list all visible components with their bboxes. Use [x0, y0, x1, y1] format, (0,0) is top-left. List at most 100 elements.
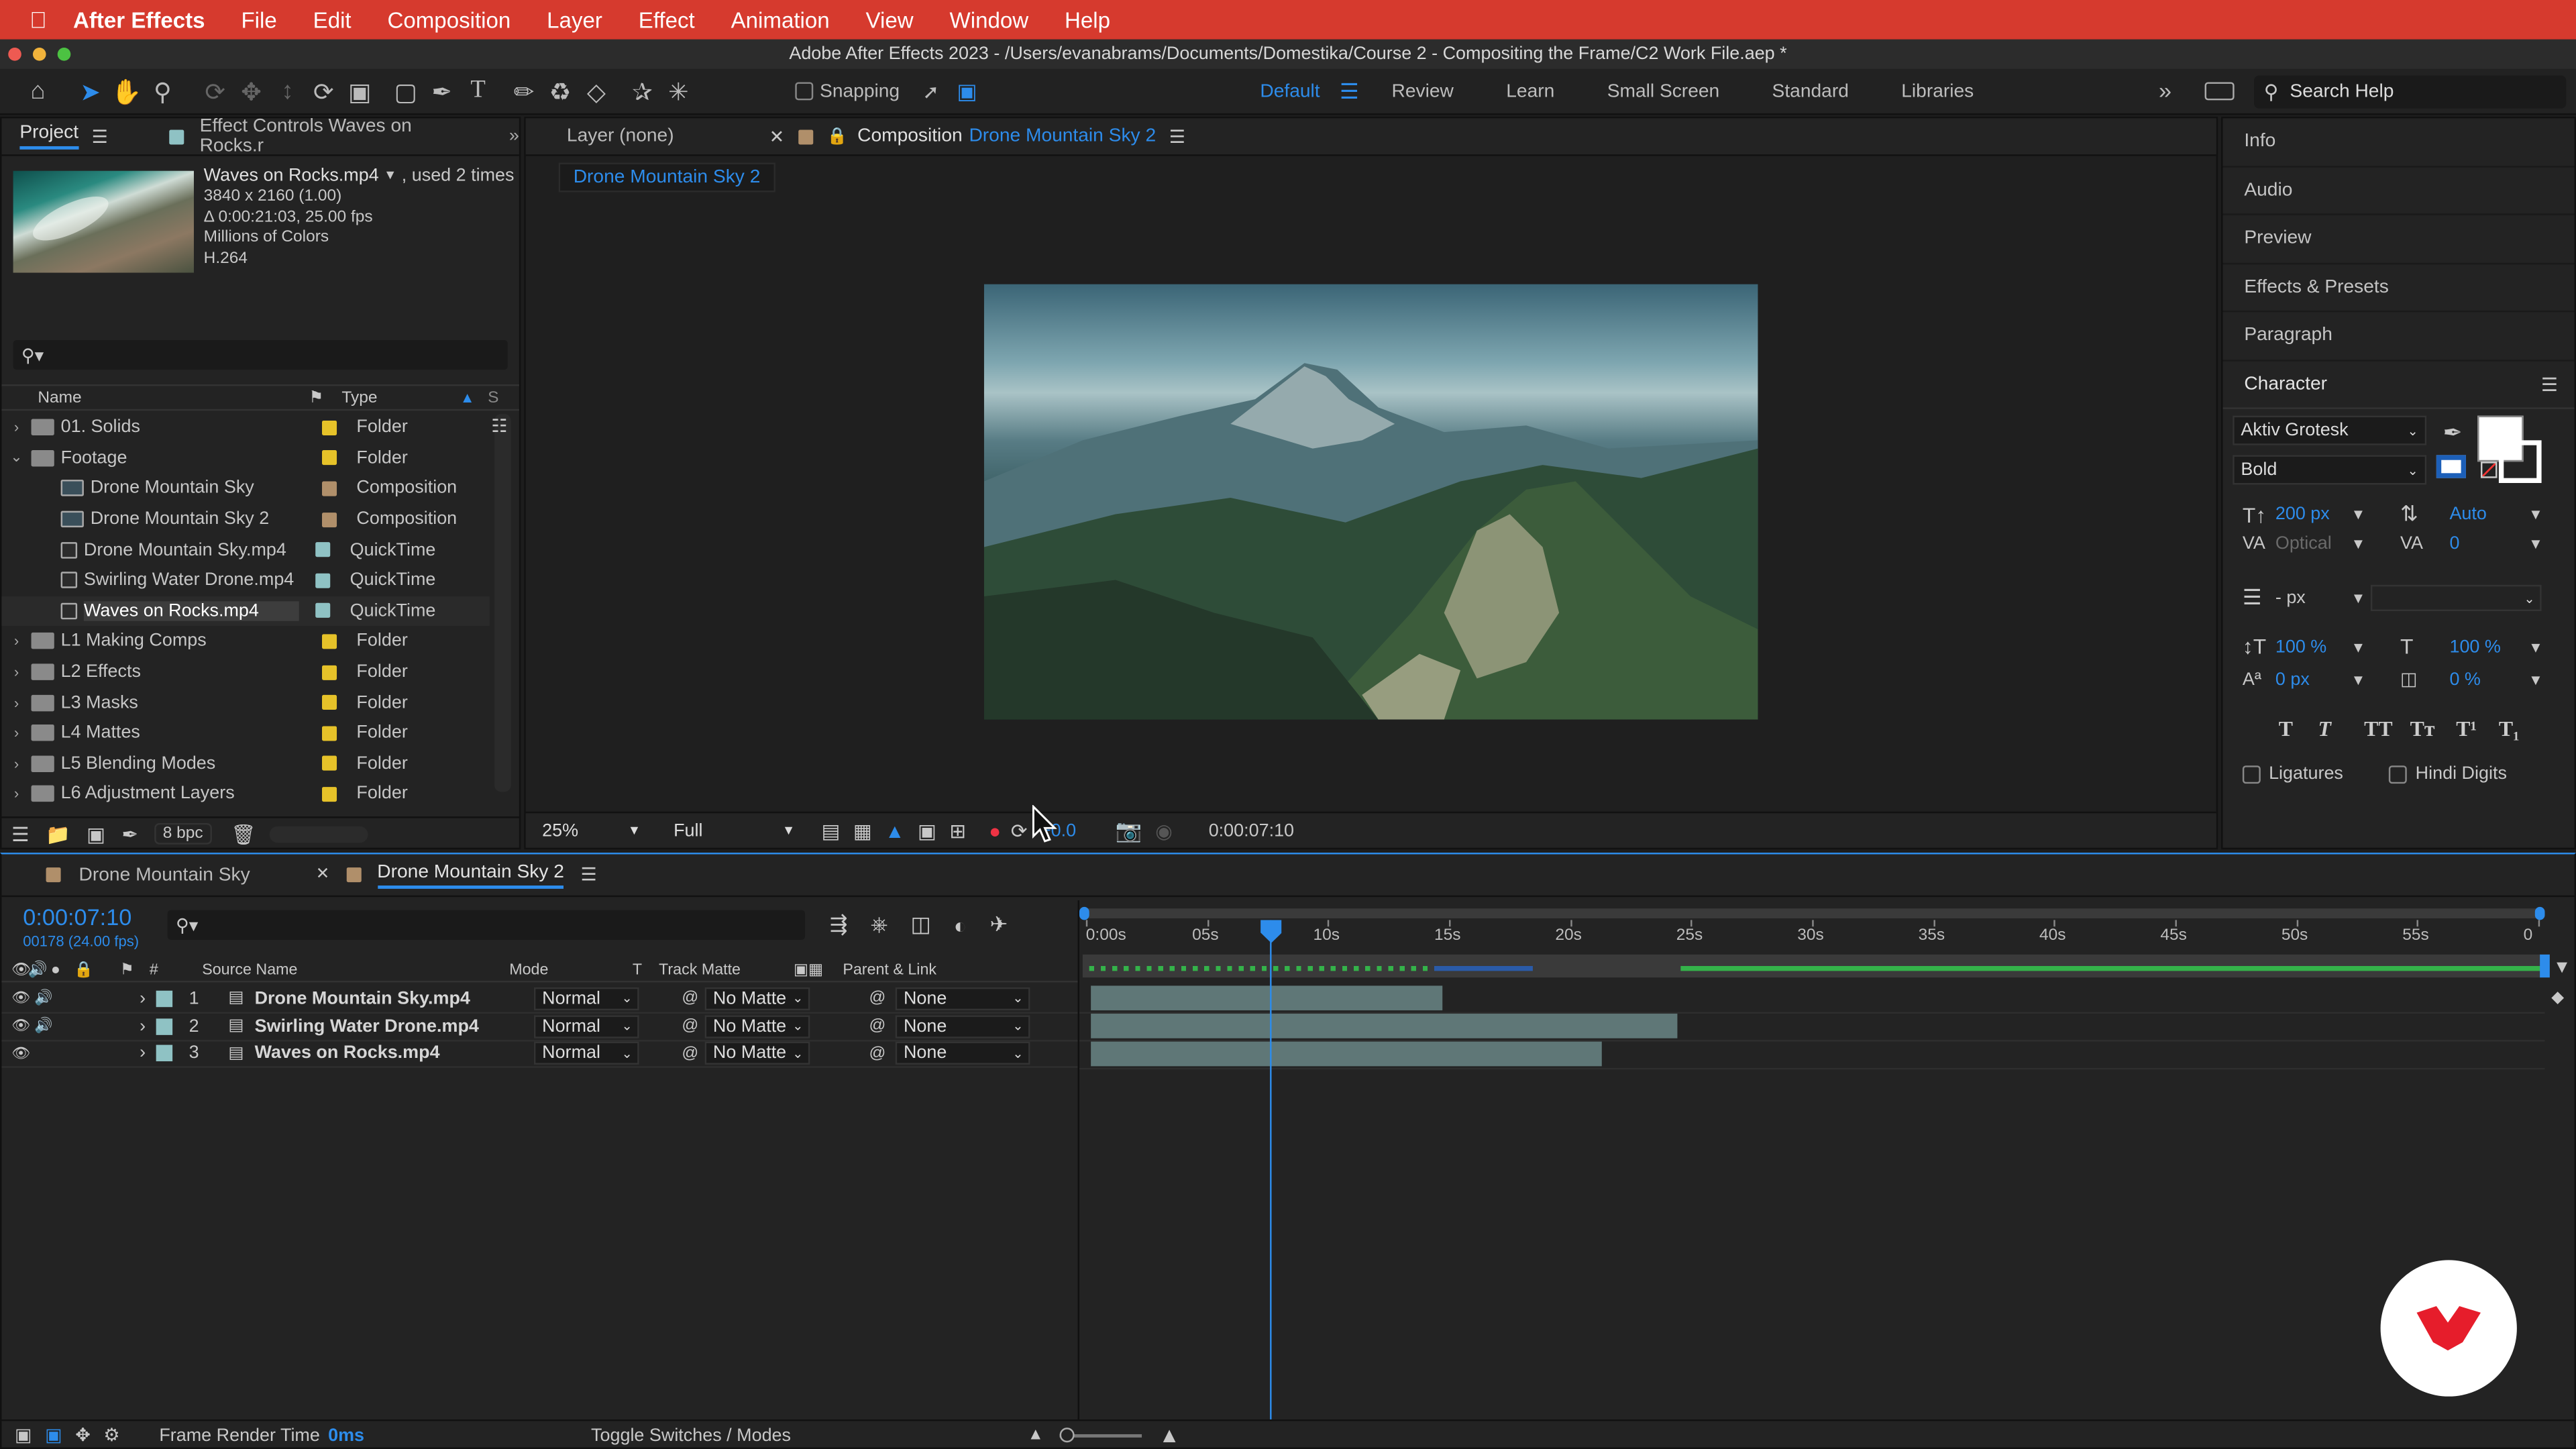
rectangle-tool-icon[interactable]: ▢: [388, 76, 424, 106]
workspace-small-screen[interactable]: Small Screen: [1607, 82, 1719, 101]
timeline-menu-icon[interactable]: ☰: [580, 864, 596, 885]
graph-editor-icon[interactable]: ✈: [989, 912, 1008, 938]
puppet-pin-icon[interactable]: ✳: [660, 76, 696, 106]
layer-row[interactable]: 👁 › 3 ▤ Waves on Rocks.mp4 Normal ⌄ @ No Matte ⌄ @…: [1, 1041, 1078, 1069]
menu-window[interactable]: Window: [950, 7, 1029, 32]
overflow-chevron-icon[interactable]: »: [2159, 77, 2171, 103]
info-panel-header[interactable]: Info: [2222, 118, 2575, 167]
video-visibility-icon[interactable]: 👁: [11, 989, 34, 1008]
new-comp-icon[interactable]: ▣: [87, 822, 105, 845]
reset-exposure-icon[interactable]: ⟳: [1011, 819, 1028, 842]
parent-dropdown[interactable]: None ⌄: [895, 987, 1030, 1010]
toggle-switches-modes[interactable]: Toggle Switches / Modes: [591, 1426, 791, 1445]
flowchart-icon[interactable]: ☷: [491, 416, 507, 437]
clone-stamp-icon[interactable]: ♻: [542, 76, 578, 106]
grid-guides-icon[interactable]: ⊞: [949, 819, 966, 842]
menu-composition[interactable]: Composition: [388, 7, 511, 32]
chevron-down-icon[interactable]: ▼: [2351, 671, 2400, 687]
work-area-bar[interactable]: [1082, 908, 2545, 918]
dolly-tool-icon[interactable]: ↕: [270, 77, 306, 105]
anchor-tool-icon[interactable]: ▣: [341, 76, 378, 106]
type-tool-icon[interactable]: T: [460, 77, 496, 105]
composition-frame[interactable]: [983, 284, 1758, 720]
chevron-icon[interactable]: ›: [1, 633, 31, 649]
stroke-color-swatch[interactable]: [2498, 440, 2542, 484]
menu-file[interactable]: File: [241, 7, 276, 32]
panel-chevron-icon[interactable]: »: [509, 127, 519, 146]
parent-pickwhip-icon[interactable]: @: [869, 1045, 896, 1063]
layer-name[interactable]: Swirling Water Drone.mp4: [255, 1016, 534, 1036]
effects-presets-panel-header[interactable]: Effects & Presets: [2222, 264, 2575, 313]
home-icon[interactable]: ⌂: [19, 77, 56, 105]
project-item[interactable]: › L6 Adjustment Layers Folder: [1, 779, 489, 810]
layer-label-swatch[interactable]: [156, 1018, 173, 1035]
render-time-icon[interactable]: ⚙: [103, 1424, 119, 1446]
column-type[interactable]: Type: [341, 388, 460, 407]
eraser-tool-icon[interactable]: ◇: [578, 76, 614, 106]
ligatures-checkbox[interactable]: [2242, 765, 2261, 783]
chevron-down-icon[interactable]: ▼: [2528, 506, 2543, 522]
label-column-icon[interactable]: ⚑: [120, 961, 150, 979]
chevron-icon[interactable]: ›: [1, 664, 31, 680]
chevron-down-icon[interactable]: ▼: [2351, 506, 2400, 522]
color-channels-icon[interactable]: ●: [989, 819, 1001, 842]
comp-breadcrumb[interactable]: Drone Mountain Sky 2: [558, 162, 775, 193]
hindi-digits-checkbox[interactable]: [2389, 765, 2408, 783]
chevron-icon[interactable]: ›: [1, 725, 31, 741]
audio-panel-header[interactable]: Audio: [2222, 167, 2575, 215]
comp-menu-icon[interactable]: ☰: [1169, 125, 1185, 147]
label-color-swatch[interactable]: [322, 481, 337, 496]
layer-name[interactable]: Drone Mountain Sky.mp4: [255, 989, 534, 1008]
project-item[interactable]: Waves on Rocks.mp4 QuickTime: [1, 595, 490, 627]
video-visibility-icon[interactable]: 👁: [11, 1017, 34, 1035]
tab-project[interactable]: Project: [19, 123, 79, 150]
project-item[interactable]: › L1 Making Comps Folder: [1, 626, 489, 657]
chevron-down-icon[interactable]: ▼: [2351, 590, 2371, 606]
comp-mini-flowchart-icon[interactable]: ⇶: [830, 912, 848, 938]
font-style-dropdown[interactable]: Bold ⌄: [2233, 455, 2427, 485]
audio-toggle-icon[interactable]: 🔊: [34, 1017, 57, 1035]
layer-duration-bar[interactable]: [1091, 1040, 1602, 1066]
workspace-review[interactable]: Review: [1392, 82, 1454, 101]
menu-edit[interactable]: Edit: [313, 7, 352, 32]
audio-switch-icon[interactable]: 🔊: [28, 961, 51, 979]
chevron-icon[interactable]: ›: [1, 419, 31, 435]
zoom-out-icon[interactable]: ▲: [1028, 1426, 1044, 1444]
timeline-search-input[interactable]: ⚲▾: [167, 910, 806, 940]
expand-chevron-icon[interactable]: ›: [140, 989, 156, 1008]
roto-brush-icon[interactable]: ✰: [625, 76, 661, 106]
tab-layer[interactable]: Layer (none): [567, 127, 674, 146]
black-white-icon[interactable]: [2436, 455, 2466, 478]
chevron-icon[interactable]: ⌄: [1, 449, 31, 468]
kerning-value[interactable]: Optical: [2275, 534, 2351, 553]
tsume-value[interactable]: 0 %: [2449, 669, 2528, 689]
layer-label-swatch[interactable]: [156, 990, 173, 1007]
track-matte-dropdown[interactable]: No Matte ⌄: [704, 987, 810, 1010]
layer-row[interactable]: 👁 🔊 › 2 ▤ Swirling Water Drone.mp4 Normal ⌄ @ No …: [1, 1014, 1078, 1041]
hand-tool-icon[interactable]: ✋: [109, 76, 145, 106]
region-of-interest-icon[interactable]: ▣: [918, 819, 936, 842]
footage-dropdown-icon[interactable]: ▼: [384, 166, 396, 186]
minimize-window-button[interactable]: [32, 48, 46, 61]
chevron-down-icon[interactable]: ▼: [2351, 638, 2400, 654]
matte-link-icon[interactable]: @: [682, 989, 704, 1008]
character-menu-icon[interactable]: ☰: [2541, 372, 2558, 395]
superscript-button[interactable]: T¹: [2456, 716, 2499, 743]
brush-tool-icon[interactable]: ✏: [506, 76, 542, 106]
layer-row[interactable]: 👁 🔊 › 1 ▤ Drone Mountain Sky.mp4 Normal ⌄ @ No Ma…: [1, 985, 1078, 1014]
project-item[interactable]: ⌄ Footage Folder: [1, 443, 489, 474]
parent-dropdown[interactable]: None ⌄: [895, 1014, 1030, 1038]
fit-icon[interactable]: ▣: [949, 78, 985, 104]
time-ruler[interactable]: 0:00s 05s 10s 15s 20s 25s 30s 35s 40s 45s 50s 55s 0: [1079, 920, 2545, 953]
tab-composition-label[interactable]: Composition: [857, 127, 963, 146]
close-window-button[interactable]: [8, 48, 21, 61]
draft-3d-icon[interactable]: ⎈: [871, 912, 888, 938]
viewer-timecode[interactable]: 0:00:07:10: [1209, 820, 1294, 840]
column-parent-link[interactable]: Parent & Link: [843, 961, 936, 979]
no-color-icon[interactable]: [2480, 462, 2498, 478]
leading-value[interactable]: Auto: [2449, 504, 2528, 524]
label-color-swatch[interactable]: [315, 573, 331, 588]
character-panel-header[interactable]: Character ☰: [2222, 361, 2575, 409]
matte-link-icon[interactable]: @: [682, 1017, 704, 1035]
blend-mode-dropdown[interactable]: Normal ⌄: [533, 1042, 639, 1066]
